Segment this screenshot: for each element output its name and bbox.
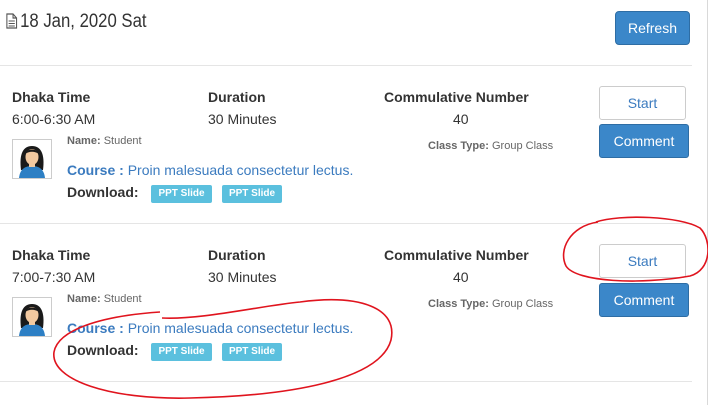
number-label: Commulative Number <box>384 247 529 263</box>
document-icon <box>6 13 18 35</box>
class-type-value: Group Class <box>492 140 554 152</box>
name-field: Name: Student <box>67 293 142 305</box>
session-card: Dhaka Time 6:00-6:30 AM Duration 30 Minu… <box>0 66 700 216</box>
number-value: 40 <box>453 111 469 127</box>
start-button[interactable]: Start <box>599 244 686 278</box>
duration-value: 30 Minutes <box>208 269 277 285</box>
course-link[interactable]: Proin malesuada consectetur lectus. <box>128 162 354 178</box>
page-date: 18 Jan, 2020 Sat <box>6 11 147 35</box>
ppt-slide-badge[interactable]: PPT Slide <box>151 343 212 361</box>
name-value: Student <box>103 135 142 147</box>
time-value: 7:00-7:30 AM <box>12 269 96 285</box>
duration-value: 30 Minutes <box>208 111 277 127</box>
session-card: Dhaka Time 7:00-7:30 AM Duration 30 Minu… <box>0 224 700 374</box>
time-value: 6:00-6:30 AM <box>12 111 96 127</box>
name-label: Name: <box>67 135 101 147</box>
avatar <box>12 139 52 179</box>
avatar <box>12 297 52 337</box>
course-field: Course : Proin malesuada consectetur lec… <box>67 320 353 336</box>
class-type-field: Class Type: Group Class <box>428 298 553 310</box>
class-type-label: Class Type: <box>428 140 489 152</box>
course-field: Course : Proin malesuada consectetur lec… <box>67 162 353 178</box>
start-button[interactable]: Start <box>599 86 686 120</box>
comment-button[interactable]: Comment <box>599 283 689 317</box>
divider <box>0 381 692 382</box>
refresh-button[interactable]: Refresh <box>615 11 690 45</box>
class-type-label: Class Type: <box>428 298 489 310</box>
duration-label: Duration <box>208 89 266 105</box>
comment-button[interactable]: Comment <box>599 124 689 158</box>
course-link[interactable]: Proin malesuada consectetur lectus. <box>128 320 354 336</box>
name-label: Name: <box>67 293 101 305</box>
number-label: Commulative Number <box>384 89 529 105</box>
ppt-slide-badge[interactable]: PPT Slide <box>222 185 282 203</box>
name-value: Student <box>103 293 142 305</box>
time-label: Dhaka Time <box>12 89 91 105</box>
name-field: Name: Student <box>67 135 142 147</box>
download-label: Download: <box>67 184 139 200</box>
ppt-slide-badge[interactable]: PPT Slide <box>151 185 212 203</box>
course-label: Course : <box>67 162 124 178</box>
duration-label: Duration <box>208 247 266 263</box>
class-type-value: Group Class <box>492 298 554 310</box>
ppt-slide-badge[interactable]: PPT Slide <box>222 343 282 361</box>
time-label: Dhaka Time <box>12 247 91 263</box>
course-label: Course : <box>67 320 124 336</box>
number-value: 40 <box>453 269 469 285</box>
class-type-field: Class Type: Group Class <box>428 140 553 152</box>
download-label: Download: <box>67 342 139 358</box>
date-text: 18 Jan, 2020 Sat <box>20 11 147 32</box>
